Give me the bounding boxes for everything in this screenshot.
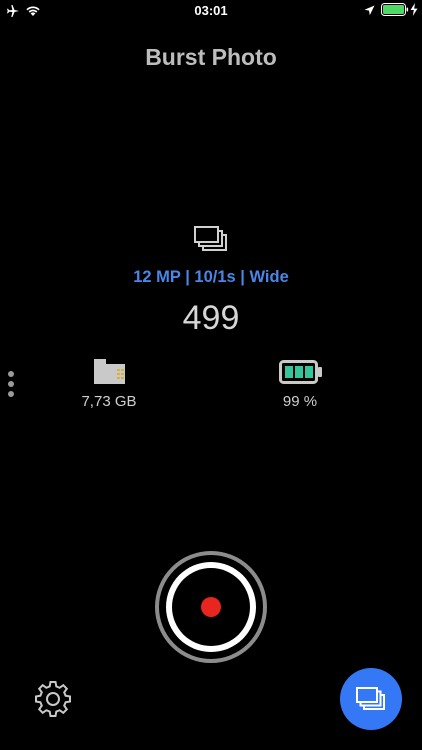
gear-icon[interactable] [34,680,72,718]
record-button-ring [166,562,256,652]
storage-free-label: 7,73 GB [81,393,137,410]
gallery-button[interactable] [340,668,402,730]
record-button-inner [172,568,250,646]
page-title: Burst Photo [145,44,277,70]
shots-remaining-count: 499 [182,299,240,337]
battery-level-icon [279,360,322,384]
record-button[interactable] [155,551,267,663]
more-vertical-icon[interactable] [6,371,16,401]
location-icon [364,5,375,16]
charging-bolt-icon [410,3,418,16]
battery-icon [381,3,409,16]
burst-stack-icon [356,687,385,710]
sd-card-icon [94,359,125,384]
record-icon [201,597,221,617]
status-bar: 03:01 [0,0,422,22]
capture-settings-summary[interactable]: 12 MP | 10/1s | Wide [0,268,422,287]
burst-stack-icon [194,226,227,251]
battery-percent-label: 99 % [282,393,318,410]
status-time: 03:01 [194,3,228,18]
